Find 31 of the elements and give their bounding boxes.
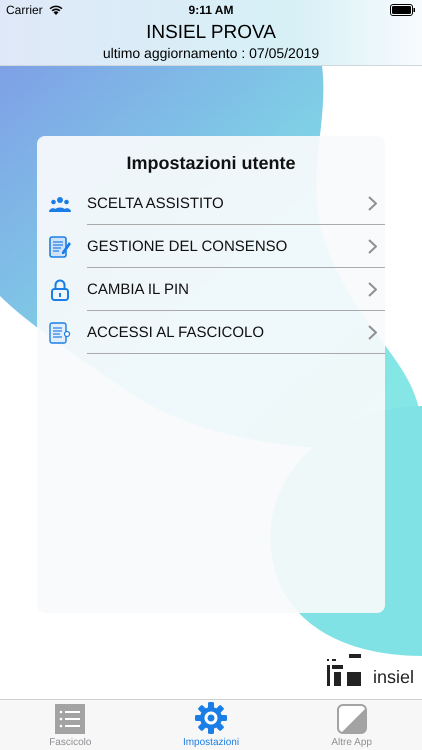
header-subtitle: ultimo aggiornamento : 07/05/2019: [102, 45, 320, 62]
chevron-icon: [368, 196, 377, 210]
settings-item[interactable]: ACCESSI AL FASCICOLO: [37, 311, 385, 354]
tab-label: Fascicolo: [49, 737, 92, 748]
apps-icon: [336, 704, 367, 734]
item-label: SCELTA ASSISTITO: [87, 194, 224, 212]
document-icon: [49, 236, 71, 258]
lock-icon: [49, 278, 71, 300]
settings-item[interactable]: SCELTA ASSISTITO: [37, 182, 385, 225]
people-icon: [49, 196, 71, 212]
battery-icon: [390, 4, 416, 16]
settings-item[interactable]: GESTIONE DEL CONSENSO: [37, 225, 385, 268]
carrier-label: Carrier: [6, 3, 43, 17]
status-time: 9:11 AM: [188, 3, 234, 17]
header-title: INSIEL PROVA: [145, 21, 277, 45]
tab-label: Altre App: [331, 737, 372, 748]
item-label: GESTIONE DEL CONSENSO: [87, 238, 288, 254]
chevron-icon: [368, 324, 377, 340]
logo-text: insiel: [372, 668, 414, 686]
wifi-icon: [48, 4, 64, 16]
settings-icon: [195, 702, 227, 734]
tab-label: Impostazioni: [182, 737, 240, 748]
settings-item[interactable]: CAMBIA IL PIN: [37, 268, 385, 311]
item-label: ACCESSI AL FASCICOLO: [87, 324, 264, 340]
chevron-icon: [368, 282, 377, 296]
list-icon: [55, 704, 86, 734]
item-label: CAMBIA IL PIN: [87, 280, 189, 298]
card-title: Impostazioni utente: [125, 152, 296, 175]
chevron-icon: [368, 238, 377, 254]
document-icon: [49, 322, 71, 344]
tab-bar-item[interactable]: Impostazioni: [140, 700, 282, 750]
